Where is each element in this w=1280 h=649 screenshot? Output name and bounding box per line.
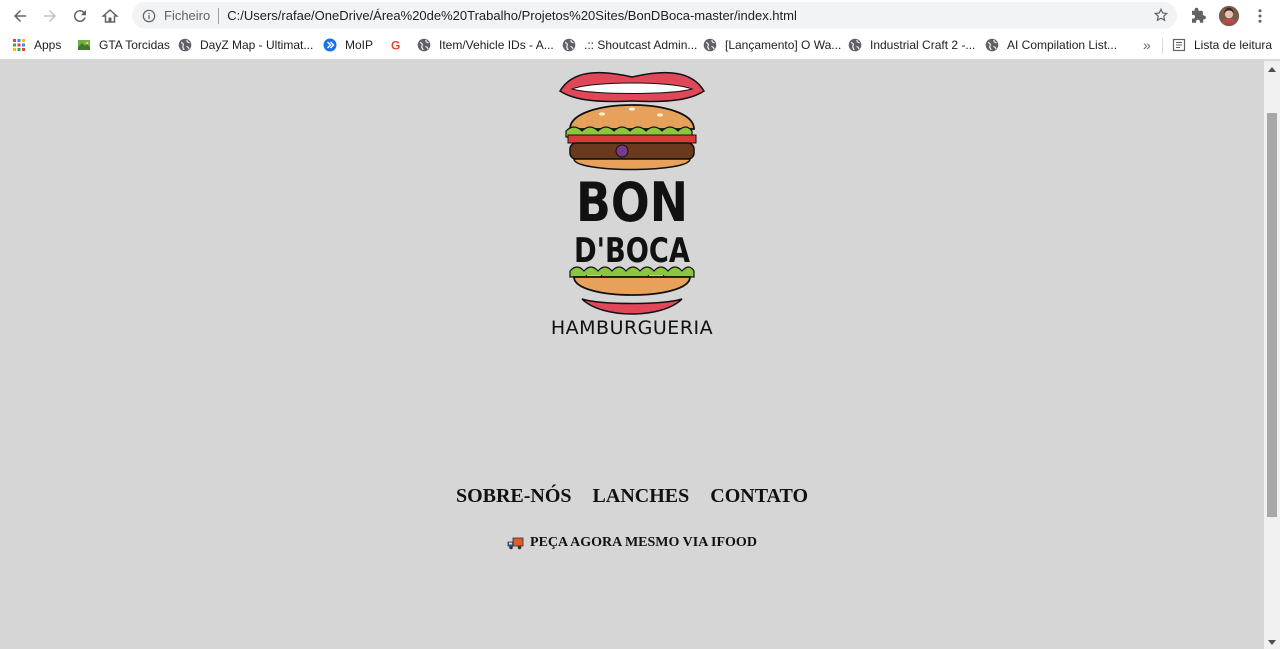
extensions-button[interactable] (1186, 4, 1210, 28)
moip-icon (323, 38, 337, 52)
chrome-menu-button[interactable] (1248, 4, 1272, 28)
url-scheme-label: Ficheiro (164, 8, 211, 23)
main-nav: SOBRE-NÓS LANCHES CONTATO (0, 485, 1264, 508)
bookmark-item-vehicle-ids[interactable]: Item/Vehicle IDs - A... (417, 37, 554, 53)
reading-list-button[interactable]: Lista de leitura (1172, 37, 1272, 53)
bookmarks-divider (1162, 38, 1163, 54)
bookmark-lancamento[interactable]: [Lançamento] O Wa... (703, 37, 841, 53)
globe-icon (417, 38, 431, 52)
reload-icon (73, 10, 86, 23)
ifood-order-label: PEÇA AGORA MESMO VIA IFOOD (530, 535, 757, 550)
ifood-order-link[interactable]: PEÇA AGORA MESMO VIA IFOOD (0, 535, 1264, 551)
arrow-right-icon (44, 10, 56, 22)
globe-icon (848, 38, 862, 52)
page-viewport: BON D'BOCA HAMBURGUERIA SOBRE-NÓS LANCHE… (0, 61, 1264, 649)
nav-link-contato[interactable]: CONTATO (710, 485, 808, 507)
bookmark-label: Industrial Craft 2 -... (870, 38, 976, 52)
reading-list-icon (1172, 38, 1186, 52)
bookmark-shoutcast-admin[interactable]: .:: Shoutcast Admin... (562, 37, 697, 53)
home-button[interactable] (98, 4, 122, 28)
bookmark-label: DayZ Map - Ultimat... (200, 38, 314, 52)
bookmark-star-icon[interactable] (1153, 7, 1169, 23)
delivery-truck-icon (507, 537, 524, 549)
url-separator (218, 7, 220, 24)
logo-text-dboca: D'BOCA (574, 231, 691, 271)
bookmark-google[interactable]: G (389, 37, 411, 53)
avatar-icon (1218, 5, 1240, 27)
bookmark-dayz-map[interactable]: DayZ Map - Ultimat... (178, 37, 313, 53)
back-button[interactable] (8, 4, 32, 28)
bookmark-label: GTA Torcidas (99, 38, 170, 52)
scroll-thumb[interactable] (1267, 113, 1277, 517)
more-bookmarks-button[interactable]: » (1143, 37, 1151, 53)
forward-button[interactable] (38, 4, 62, 28)
svg-text:G: G (391, 39, 400, 53)
google-icon: G (389, 38, 403, 53)
bookmark-label: .:: Shoutcast Admin... (584, 38, 698, 52)
address-bar[interactable]: Ficheiro C:/Users/rafae/OneDrive/Área%20… (132, 2, 1177, 29)
bookmark-apps[interactable]: Apps (12, 37, 61, 53)
logo-subtitle: HAMBURGUERIA (550, 317, 714, 339)
bookmark-moip[interactable]: MoIP (323, 37, 373, 53)
bookmark-ai-compilation[interactable]: AI Compilation List... (985, 37, 1117, 53)
nav-link-sobre-nos[interactable]: SOBRE-NÓS (456, 485, 572, 507)
puzzle-icon (1192, 7, 1206, 23)
bookmarks-bar: Apps GTA Torcidas DayZ Map - Ultimat... … (0, 31, 1280, 60)
bookmark-gta-torcidas[interactable]: GTA Torcidas (77, 37, 170, 53)
bookmark-label: Item/Vehicle IDs - A... (439, 38, 554, 52)
bookmark-industrial-craft[interactable]: Industrial Craft 2 -... (848, 37, 975, 53)
scroll-down-arrow-icon[interactable] (1268, 640, 1276, 645)
kebab-menu-icon (1258, 9, 1262, 23)
globe-icon (562, 38, 576, 52)
scroll-up-arrow-icon[interactable] (1268, 67, 1276, 72)
home-icon (101, 8, 119, 23)
bookmark-label: Apps (34, 38, 62, 52)
map-icon (77, 38, 91, 52)
reload-button[interactable] (68, 4, 92, 28)
bookmark-label: MoIP (345, 38, 374, 52)
profile-avatar[interactable] (1217, 4, 1241, 28)
nav-link-lanches[interactable]: LANCHES (593, 485, 690, 507)
browser-toolbar: Ficheiro C:/Users/rafae/OneDrive/Área%20… (0, 0, 1280, 31)
arrow-left-icon (14, 10, 26, 22)
vertical-scrollbar[interactable] (1264, 61, 1280, 649)
apps-grid-icon (12, 38, 26, 52)
globe-icon (703, 38, 717, 52)
globe-icon (985, 38, 999, 52)
reading-list-label: Lista de leitura (1194, 38, 1273, 52)
bon-dboca-logo: BON D'BOCA (558, 71, 706, 315)
info-icon[interactable] (142, 9, 156, 23)
bookmark-label: [Lançamento] O Wa... (725, 38, 842, 52)
url-text[interactable]: C:/Users/rafae/OneDrive/Área%20de%20Trab… (227, 8, 797, 23)
logo-text-bon: BON (576, 171, 688, 234)
bookmark-label: AI Compilation List... (1007, 38, 1118, 52)
globe-icon (178, 38, 192, 52)
